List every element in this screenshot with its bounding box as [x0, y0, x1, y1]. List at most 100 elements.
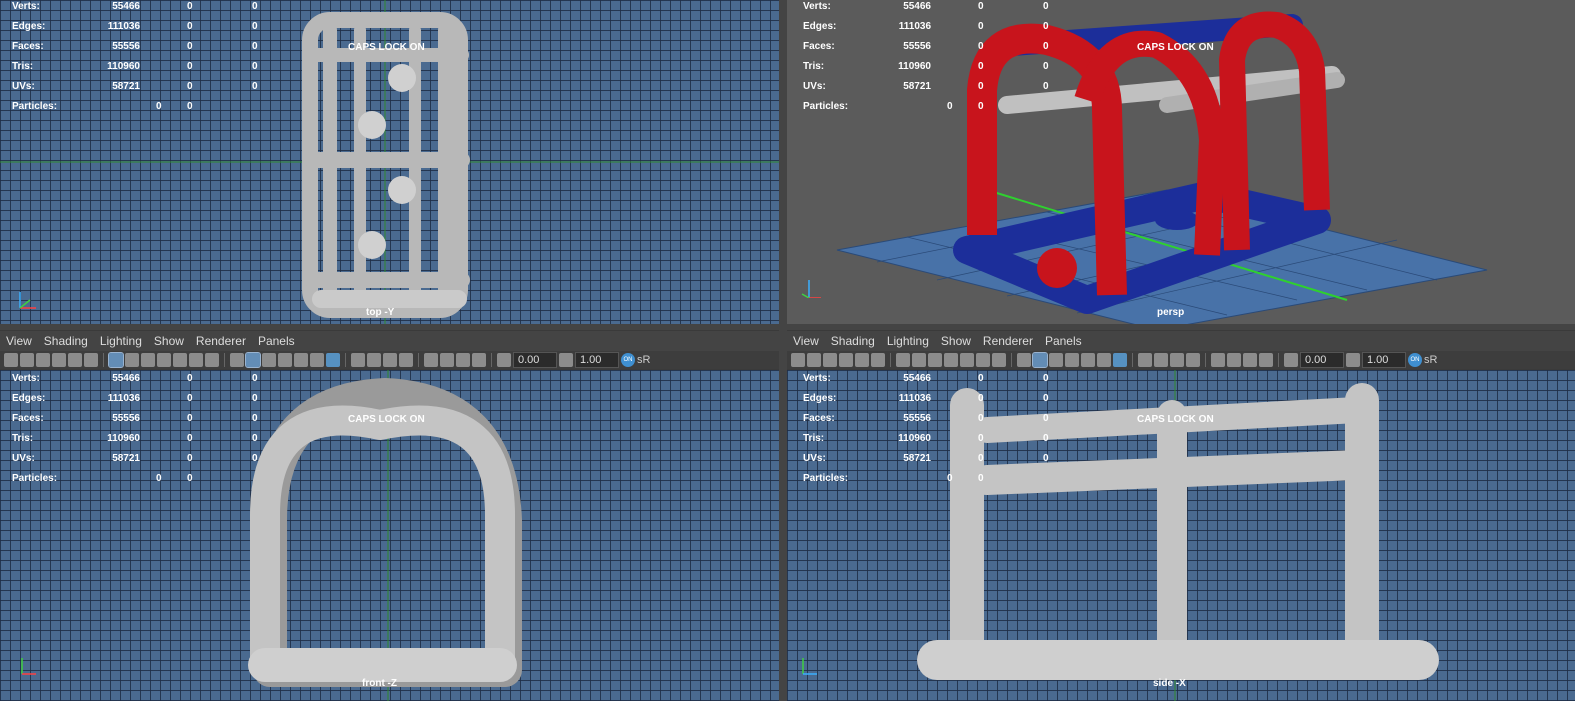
view-transform-label[interactable]: sR	[637, 354, 650, 366]
gate-mask-icon[interactable]	[944, 353, 958, 367]
menu-panels[interactable]: Panels	[252, 334, 301, 348]
screen-space-ao-icon[interactable]	[351, 353, 365, 367]
default-material-icon[interactable]	[262, 353, 276, 367]
viewport-persp[interactable]: Verts: 55466 0 0 Edges: 111036 0 0 Faces: 55556…	[787, 0, 1575, 324]
field-chart-icon[interactable]	[173, 353, 187, 367]
view-transform-label[interactable]: sR	[1424, 354, 1437, 366]
exposure-icon[interactable]	[497, 353, 511, 367]
xray-joints-icon[interactable]	[472, 353, 486, 367]
menu-show[interactable]: Show	[148, 334, 190, 348]
color-management-toggle[interactable]: ON	[1408, 353, 1422, 367]
wireframe-on-shaded-icon[interactable]	[278, 353, 292, 367]
menu-shading[interactable]: Shading	[825, 334, 881, 348]
motion-blur-icon[interactable]	[1154, 353, 1168, 367]
smooth-shade-icon[interactable]	[1032, 352, 1048, 368]
grid-icon[interactable]	[896, 353, 910, 367]
xray-active-icon[interactable]	[456, 353, 470, 367]
motion-blur-icon[interactable]	[367, 353, 381, 367]
textured-icon[interactable]	[1081, 353, 1095, 367]
image-plane-icon[interactable]	[36, 353, 50, 367]
isolate-select-icon[interactable]	[1211, 353, 1225, 367]
wireframe-icon[interactable]	[1017, 353, 1031, 367]
exposure-field[interactable]: 0.00	[513, 352, 557, 368]
menu-view[interactable]: View	[0, 334, 38, 348]
caps-lock-indicator: CAPS LOCK ON	[1137, 414, 1214, 425]
menu-renderer[interactable]: Renderer	[977, 334, 1039, 348]
2d-pan-zoom-icon[interactable]	[84, 353, 98, 367]
xray-icon[interactable]	[1227, 353, 1241, 367]
image-plane-icon[interactable]	[823, 353, 837, 367]
caps-lock-indicator: CAPS LOCK ON	[1137, 42, 1214, 53]
viewport-divider[interactable]	[779, 0, 787, 701]
xray-active-icon[interactable]	[1243, 353, 1257, 367]
grease-pencil-icon[interactable]	[68, 353, 82, 367]
menu-lighting[interactable]: Lighting	[94, 334, 148, 348]
gamma-field[interactable]: 1.00	[1362, 352, 1406, 368]
toolbar-separator	[103, 353, 104, 367]
xray-joints-icon[interactable]	[1259, 353, 1273, 367]
smooth-shade-icon[interactable]	[245, 352, 261, 368]
axis-gizmo-icon	[19, 292, 36, 309]
viewport-front[interactable]: Verts: 55466 0 0 Edges: 111036 0 0 Faces: 55556…	[0, 370, 779, 701]
resolution-gate-icon[interactable]	[141, 353, 155, 367]
menu-renderer[interactable]: Renderer	[190, 334, 252, 348]
panel-menubar-side: View Shading Lighting Show Renderer Pane…	[787, 331, 1575, 351]
anti-aliasing-icon[interactable]	[383, 353, 397, 367]
wireframe-icon[interactable]	[230, 353, 244, 367]
gamma-icon[interactable]	[1346, 353, 1360, 367]
exposure-field[interactable]: 0.00	[1300, 352, 1344, 368]
camera-label-top: top -Y	[366, 307, 395, 318]
camera-attributes-icon[interactable]	[807, 353, 821, 367]
safe-action-icon[interactable]	[189, 353, 203, 367]
shadows-icon[interactable]	[1113, 353, 1127, 367]
field-chart-icon[interactable]	[960, 353, 974, 367]
textured-icon[interactable]	[294, 353, 308, 367]
2d-pan-zoom-icon[interactable]	[871, 353, 885, 367]
bookmark-icon[interactable]	[52, 353, 66, 367]
caps-lock-indicator: CAPS LOCK ON	[348, 42, 425, 53]
safe-title-icon[interactable]	[205, 353, 219, 367]
toolbar-separator	[224, 353, 225, 367]
safe-action-icon[interactable]	[976, 353, 990, 367]
menu-show[interactable]: Show	[935, 334, 977, 348]
resolution-gate-icon[interactable]	[928, 353, 942, 367]
caps-lock-indicator: CAPS LOCK ON	[348, 414, 425, 425]
panel-toolbar-side: 0.00 1.00 ON sR	[787, 351, 1575, 369]
viewport-top[interactable]: Verts: 55466 0 0 Edges: 111036 0 0 Faces: 55556…	[0, 0, 779, 324]
use-all-lights-icon[interactable]	[310, 353, 324, 367]
viewport-side[interactable]: Verts: 55466 0 0 Edges: 111036 0 0 Faces: 55556…	[787, 370, 1575, 701]
grease-pencil-icon[interactable]	[855, 353, 869, 367]
toolbar-separator	[890, 353, 891, 367]
shadows-icon[interactable]	[326, 353, 340, 367]
use-all-lights-icon[interactable]	[1097, 353, 1111, 367]
toolbar-separator	[1132, 353, 1133, 367]
screen-space-ao-icon[interactable]	[1138, 353, 1152, 367]
bookmark-icon[interactable]	[839, 353, 853, 367]
depth-of-field-icon[interactable]	[1186, 353, 1200, 367]
camera-icon[interactable]	[791, 353, 805, 367]
film-gate-icon[interactable]	[912, 353, 926, 367]
toolbar-separator	[491, 353, 492, 367]
exposure-icon[interactable]	[1284, 353, 1298, 367]
wireframe-on-shaded-icon[interactable]	[1065, 353, 1079, 367]
menu-lighting[interactable]: Lighting	[881, 334, 935, 348]
camera-attributes-icon[interactable]	[20, 353, 34, 367]
menu-panels[interactable]: Panels	[1039, 334, 1088, 348]
menu-view[interactable]: View	[787, 334, 825, 348]
depth-of-field-icon[interactable]	[399, 353, 413, 367]
default-material-icon[interactable]	[1049, 353, 1063, 367]
camera-icon[interactable]	[4, 353, 18, 367]
isolate-select-icon[interactable]	[424, 353, 438, 367]
gate-mask-icon[interactable]	[157, 353, 171, 367]
anti-aliasing-icon[interactable]	[1170, 353, 1184, 367]
safe-title-icon[interactable]	[992, 353, 1006, 367]
color-management-toggle[interactable]: ON	[621, 353, 635, 367]
viewport-divider[interactable]	[0, 324, 1575, 330]
gamma-field[interactable]: 1.00	[575, 352, 619, 368]
xray-icon[interactable]	[440, 353, 454, 367]
panel-toolbar-front: 0.00 1.00 ON sR	[0, 351, 779, 369]
menu-shading[interactable]: Shading	[38, 334, 94, 348]
grid-icon[interactable]	[108, 352, 124, 368]
film-gate-icon[interactable]	[125, 353, 139, 367]
gamma-icon[interactable]	[559, 353, 573, 367]
